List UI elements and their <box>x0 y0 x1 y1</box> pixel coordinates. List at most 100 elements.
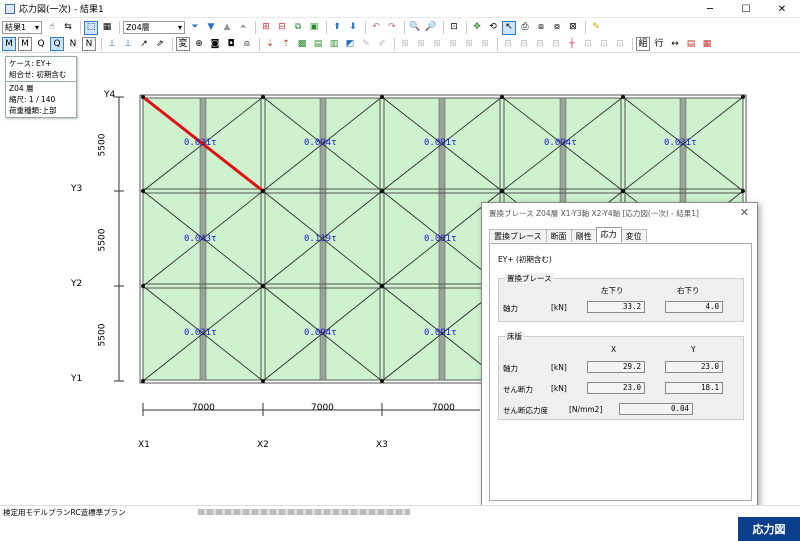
grid-node[interactable] <box>261 189 265 193</box>
grid-node[interactable] <box>261 284 265 288</box>
disabled-8-icon[interactable]: ⊞ <box>478 37 492 51</box>
load-red-icon[interactable]: ⇣ <box>263 37 277 51</box>
disabled-4-icon[interactable]: ⊞ <box>414 37 428 51</box>
disabled-12-icon[interactable]: ⊟ <box>549 37 563 51</box>
switch-icon[interactable]: ⇆ <box>61 21 75 35</box>
support-2-icon[interactable]: ⊥ <box>121 37 135 51</box>
select-cursor-icon[interactable]: ↖ <box>502 20 516 35</box>
disabled-14-icon[interactable]: ⊡ <box>597 37 611 51</box>
rotate-icon[interactable]: ⟲ <box>486 21 500 35</box>
grid-node[interactable] <box>380 284 384 288</box>
print-icon[interactable]: ⎙ <box>518 21 532 35</box>
window-icon[interactable]: ⧈ <box>534 21 548 35</box>
result-select[interactable]: 結果1 ▾ <box>2 21 42 34</box>
support-icon[interactable]: ⟂ <box>105 37 119 51</box>
mode-m-boxed-button[interactable]: M <box>18 37 32 51</box>
bell-icon[interactable]: ⍝ <box>240 37 254 51</box>
help-icon[interactable]: ✎ <box>589 21 603 35</box>
tab-section[interactable]: 断面 <box>545 229 572 242</box>
paste-icon[interactable]: ▣ <box>307 21 321 35</box>
disabled-icon[interactable]: ✎ <box>359 37 373 51</box>
frame-select-icon[interactable]: ⬚ <box>84 20 98 35</box>
move-up-icon[interactable]: ⬆ <box>330 21 344 35</box>
grid-node[interactable] <box>741 189 745 193</box>
tab-stiffness[interactable]: 剛性 <box>570 229 597 242</box>
window-2-icon[interactable]: ⧇ <box>550 21 564 35</box>
grid-node[interactable] <box>380 95 384 99</box>
grid-node[interactable] <box>141 95 145 99</box>
on-icon[interactable]: ◙ <box>208 37 222 51</box>
dimension-icon[interactable]: ↔ <box>668 37 682 51</box>
floor-select[interactable]: Z04層 ▾ <box>123 21 185 34</box>
grid-node[interactable] <box>380 379 384 383</box>
load-green-icon[interactable]: ▩ <box>295 37 309 51</box>
list-icon[interactable]: ▤ <box>684 37 698 51</box>
arrow-down-icon[interactable]: ▼ <box>204 21 218 35</box>
tag-icon[interactable]: ⊕ <box>192 37 206 51</box>
undo-icon[interactable]: ↶ <box>369 21 383 35</box>
frame-red-2-icon[interactable]: ⊟ <box>275 21 289 35</box>
mode-m-button[interactable]: M <box>2 37 16 51</box>
disabled-2-icon[interactable]: ✐ <box>375 37 389 51</box>
grid-node[interactable] <box>380 189 384 193</box>
disabled-10-icon[interactable]: ⊟ <box>517 37 531 51</box>
grid-node[interactable] <box>741 95 745 99</box>
axis-red-icon[interactable]: ┼ <box>565 37 579 51</box>
floor-down-icon[interactable]: ⏷ <box>188 21 202 35</box>
grid-node[interactable] <box>141 379 145 383</box>
floor-up-icon[interactable]: ⏶ <box>236 21 250 35</box>
disabled-5-icon[interactable]: ⊞ <box>430 37 444 51</box>
member-info-dialog[interactable]: 置換ブレース Z04層 X1-Y3軸 X2-Y4軸 [応力図(一次) - 結果1… <box>481 202 758 508</box>
redo-icon[interactable]: ↷ <box>385 21 399 35</box>
pan-icon[interactable]: ✥ <box>470 21 484 35</box>
fit-view-icon[interactable]: ⊡ <box>447 21 461 35</box>
tab-brace[interactable]: 置換ブレース <box>489 229 547 242</box>
close-window-button[interactable]: ✕ <box>764 0 800 18</box>
window-3-icon[interactable]: ⊠ <box>566 21 580 35</box>
disabled-15-icon[interactable]: ⊡ <box>613 37 627 51</box>
disabled-13-icon[interactable]: ⊡ <box>581 37 595 51</box>
arrow-up-icon[interactable]: ▲ <box>220 21 234 35</box>
henkei-button[interactable]: 変 <box>176 37 190 51</box>
zoom-in-icon[interactable]: 🔎 <box>424 21 438 35</box>
member-icon[interactable]: ◩ <box>343 37 357 51</box>
grid-node[interactable] <box>621 189 625 193</box>
kumi-button[interactable]: 組 <box>636 37 650 51</box>
grid-node[interactable] <box>261 379 265 383</box>
grid-select-icon[interactable]: ▦ <box>100 21 114 35</box>
mode-n-boxed-button[interactable]: N <box>82 37 96 51</box>
frame-red-icon[interactable]: ⊞ <box>259 21 273 35</box>
grid-node[interactable] <box>261 95 265 99</box>
grid-node[interactable] <box>621 95 625 99</box>
disabled-7-icon[interactable]: ⊞ <box>462 37 476 51</box>
pointer-icon[interactable]: ☝ <box>45 21 59 35</box>
load-green-2-icon[interactable]: ▤ <box>311 37 325 51</box>
om-icon[interactable]: ◘ <box>224 37 238 51</box>
disabled-9-icon[interactable]: ⊟ <box>501 37 515 51</box>
maximize-button[interactable]: ☐ <box>728 0 764 18</box>
disabled-6-icon[interactable]: ⊞ <box>446 37 460 51</box>
mode-q-boxed-button[interactable]: Q <box>50 37 64 51</box>
diagonal-arrow-2-icon[interactable]: ⇗ <box>153 37 167 51</box>
dialog-title-bar[interactable]: 置換ブレース Z04層 X1-Y3軸 X2-Y4軸 [応力図(一次) - 結果1… <box>482 203 757 223</box>
mode-n-button[interactable]: N <box>66 37 80 51</box>
copy-icon[interactable]: ⧉ <box>291 21 305 35</box>
move-down-icon[interactable]: ⬇ <box>346 21 360 35</box>
disabled-11-icon[interactable]: ⊟ <box>533 37 547 51</box>
grid-node[interactable] <box>500 189 504 193</box>
load-red-2-icon[interactable]: ⇡ <box>279 37 293 51</box>
grid-node[interactable] <box>141 189 145 193</box>
grid-node[interactable] <box>500 95 504 99</box>
tab-stress[interactable]: 応力 <box>595 227 622 242</box>
close-icon[interactable]: ✕ <box>740 206 749 219</box>
list-2-icon[interactable]: ▦ <box>700 37 714 51</box>
grid-node[interactable] <box>141 284 145 288</box>
load-green-3-icon[interactable]: ▥ <box>327 37 341 51</box>
disabled-3-icon[interactable]: ⊞ <box>398 37 412 51</box>
gyou-button[interactable]: 行 <box>652 37 666 51</box>
tab-displacement[interactable]: 変位 <box>620 229 647 242</box>
mode-q-button[interactable]: Q <box>34 37 48 51</box>
minimize-button[interactable]: ─ <box>692 0 728 18</box>
zoom-out-icon[interactable]: 🔍 <box>408 21 422 35</box>
diagonal-arrow-icon[interactable]: ↗ <box>137 37 151 51</box>
